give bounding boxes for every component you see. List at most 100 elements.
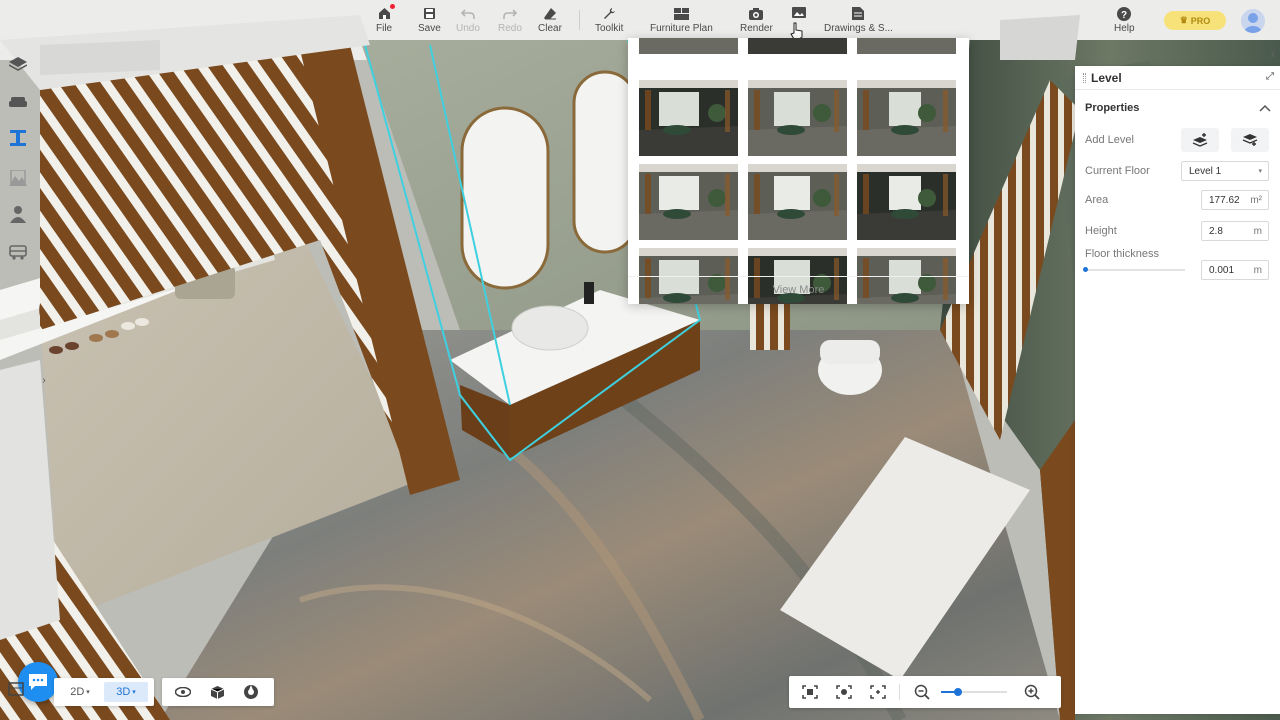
save-label: Save — [418, 23, 441, 34]
drawings-label: Drawings & S... — [824, 23, 893, 34]
height-label: Height — [1085, 225, 1117, 237]
floorplan-icon[interactable] — [8, 682, 24, 696]
properties-section-title: Properties — [1085, 102, 1140, 114]
floor-thickness-slider[interactable] — [1083, 267, 1185, 272]
clear-button[interactable]: Clear — [538, 6, 562, 34]
frame-select-icon[interactable] — [799, 682, 821, 702]
render-thumbnail[interactable] — [857, 164, 956, 240]
notification-dot — [390, 4, 396, 9]
help-button[interactable]: ? Help — [1114, 6, 1135, 34]
mode-2d-button[interactable]: 2D ▾ — [60, 682, 100, 702]
compass-icon[interactable] — [240, 682, 262, 702]
cube-icon[interactable] — [206, 682, 228, 702]
render-thumbnail[interactable] — [639, 38, 738, 54]
drawings-button[interactable]: Drawings & S... — [824, 6, 893, 34]
terrain-icon[interactable] — [8, 168, 28, 188]
height-unit: m — [1253, 225, 1262, 237]
drag-handle-icon[interactable] — [1083, 72, 1086, 83]
chat-support-button[interactable] — [18, 662, 58, 702]
render-button[interactable]: Render — [740, 6, 773, 34]
add-layer-above-icon — [1192, 133, 1208, 147]
render-thumbnail[interactable] — [639, 164, 738, 240]
camera-icon — [748, 6, 764, 21]
chat-icon — [29, 674, 47, 690]
panel-title: Level — [1091, 70, 1122, 85]
area-value: 177.62 — [1209, 194, 1240, 206]
mode-3d-button[interactable]: 3D ▾ — [104, 682, 148, 702]
gallery-button[interactable] — [791, 6, 807, 23]
render-thumbnail[interactable] — [748, 164, 847, 240]
collapse-right-panel-icon[interactable]: ‹ — [1266, 44, 1280, 64]
mode-3d-label: 3D — [116, 686, 131, 698]
save-icon — [421, 6, 437, 21]
eraser-icon — [542, 6, 558, 21]
floor-thickness-field[interactable]: 0.001 m — [1201, 260, 1269, 280]
redo-label: Redo — [498, 23, 522, 34]
height-field[interactable]: 2.8 m — [1201, 221, 1269, 241]
render-thumbnail[interactable] — [748, 80, 847, 156]
area-label: Area — [1085, 194, 1109, 206]
floor-thickness-unit: m — [1253, 264, 1262, 276]
avatar[interactable] — [1241, 9, 1265, 33]
svg-text:?: ? — [1121, 10, 1127, 21]
floor-thickness-label: Floor thickness — [1085, 248, 1159, 260]
home-icon — [376, 4, 396, 21]
top-toolbar: File Save Undo Redo Clear Toolkit Furnit… — [0, 0, 1280, 40]
zoom-slider[interactable] — [941, 688, 1007, 696]
collapse-panel-icon[interactable]: ⤢ — [1266, 71, 1274, 82]
render-gallery-popup: View More — [628, 38, 969, 304]
pro-label: PRO — [1190, 15, 1211, 26]
caret-down-icon: ▾ — [132, 689, 136, 696]
redo-icon — [502, 6, 518, 21]
help-label: Help — [1114, 23, 1135, 34]
mode-2d-label: 2D — [70, 686, 85, 698]
add-layer-below-icon — [1242, 134, 1258, 146]
document-icon — [850, 6, 866, 21]
eye-icon[interactable] — [172, 682, 194, 702]
crown-icon: ♛ — [1179, 15, 1188, 25]
file-button[interactable]: File — [376, 4, 396, 34]
view-options-bar — [162, 678, 274, 706]
car-icon[interactable] — [8, 242, 28, 262]
structure-icon[interactable] — [8, 128, 28, 148]
sofa-icon[interactable] — [8, 92, 28, 112]
undo-label: Undo — [456, 23, 480, 34]
view-more-link[interactable]: View More — [628, 276, 969, 304]
add-level-below-button[interactable] — [1231, 128, 1269, 152]
zoom-slider-handle[interactable] — [953, 688, 962, 696]
expand-left-panel-icon[interactable]: › — [38, 370, 50, 390]
redo-button[interactable]: Redo — [498, 6, 522, 34]
zoom-in-icon[interactable] — [1021, 682, 1043, 702]
zoom-out-icon[interactable] — [911, 682, 933, 702]
camera-zoom-bar — [789, 676, 1061, 708]
furniture-plan-button[interactable]: Furniture Plan — [650, 6, 713, 34]
height-value: 2.8 — [1209, 225, 1223, 237]
floor-thickness-value: 0.001 — [1209, 264, 1235, 276]
fit-view-icon[interactable] — [867, 682, 889, 702]
layers-icon[interactable] — [8, 54, 28, 74]
render-thumbnail[interactable] — [639, 80, 738, 156]
level-properties-panel: Level ⤢ Properties Add Level Current Flo… — [1075, 66, 1280, 714]
person-icon[interactable] — [8, 204, 28, 224]
chevron-up-icon[interactable] — [1259, 104, 1271, 112]
panel-header: Level ⤢ — [1075, 66, 1280, 90]
user-icon — [1244, 13, 1262, 33]
toolkit-button[interactable]: Toolkit — [595, 6, 623, 34]
slider-handle[interactable] — [1083, 267, 1088, 272]
help-icon: ? — [1116, 6, 1132, 21]
add-level-above-button[interactable] — [1181, 128, 1219, 152]
add-level-label: Add Level — [1085, 134, 1134, 146]
toolbar-divider — [579, 10, 580, 30]
gallery-icon — [791, 6, 807, 21]
current-floor-select[interactable]: Level 1 ▾ — [1181, 161, 1269, 181]
save-button[interactable]: Save — [418, 6, 441, 34]
pro-badge[interactable]: ♛ PRO — [1164, 11, 1226, 30]
render-thumbnail[interactable] — [857, 80, 956, 156]
undo-button[interactable]: Undo — [456, 6, 480, 34]
render-label: Render — [740, 23, 773, 34]
furniture-plan-label: Furniture Plan — [650, 23, 713, 34]
camera-settings-icon[interactable] — [833, 682, 855, 702]
render-thumbnail[interactable] — [748, 38, 847, 54]
view-mode-switch: 2D ▾ 3D ▾ — [54, 678, 154, 706]
render-thumbnail[interactable] — [857, 38, 956, 54]
